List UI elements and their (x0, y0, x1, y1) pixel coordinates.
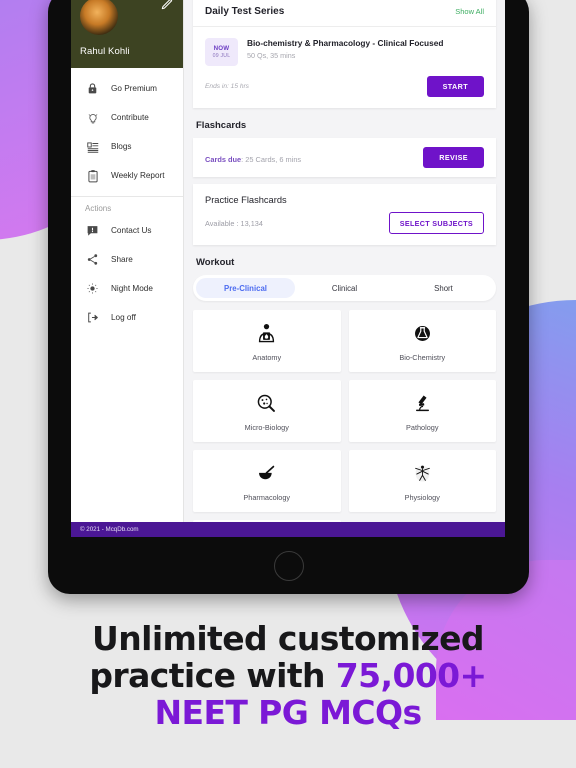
available-count: Available : 13,134 (205, 218, 263, 228)
tab-clinical[interactable]: Clinical (295, 278, 394, 298)
share-icon (85, 252, 100, 267)
cards-due-row: Cards due: 25 Cards, 6 mins REVISE (193, 138, 496, 177)
show-all-link[interactable]: Show All (455, 7, 484, 16)
practice-flashcards-card: Practice Flashcards Available : 13,134 S… (193, 184, 496, 245)
sidebar-primary-nav: Go Premium Contribute Blogs Weekly Repor… (71, 68, 183, 194)
marketing-caption: Unlimited customized practice with 75,00… (0, 620, 576, 731)
sidebar-label-blogs: Blogs (111, 142, 132, 151)
mortar-pestle-icon (255, 460, 278, 486)
pencil-edit-icon[interactable] (160, 0, 174, 11)
start-button[interactable]: START (426, 76, 484, 97)
subject-label-physiology: Physiology (404, 493, 440, 502)
subject-card-anatomy[interactable]: Anatomy (193, 310, 341, 372)
cards-due-value: : 25 Cards, 6 mins (241, 154, 302, 164)
test-info: Bio-chemistry & Pharmacology - Clinical … (247, 38, 443, 66)
daily-test-series-card: Daily Test Series Show All NOW 09 JUL Bi… (193, 0, 496, 108)
sidebar-actions-nav: Contact Us Share Night Mode Log off (71, 216, 183, 336)
cards-due-card: Cards due: 25 Cards, 6 mins REVISE (193, 138, 496, 177)
revise-button[interactable]: REVISE (423, 147, 484, 168)
home-button[interactable] (273, 551, 304, 581)
caption-line-1: Unlimited customized (92, 619, 485, 658)
sidebar-item-night-mode[interactable]: Night Mode (71, 274, 183, 303)
lock-icon (85, 81, 100, 96)
tab-pre-clinical[interactable]: Pre-Clinical (196, 278, 295, 298)
subject-label-pathology: Pathology (406, 423, 439, 432)
sidebar-item-share[interactable]: Share (71, 245, 183, 274)
sidebar-label-weekly-report: Weekly Report (111, 171, 165, 180)
subject-label-bio-chemistry: Bio-Chemistry (399, 353, 446, 362)
daily-test-series-header: Daily Test Series Show All (193, 0, 496, 27)
sidebar-label-night-mode: Night Mode (111, 284, 153, 293)
subject-grid: Anatomy Bio-Chemistry Micro-Biology Path… (193, 310, 496, 522)
practice-flashcards-title: Practice Flashcards (205, 195, 287, 205)
clipboard-icon (85, 168, 100, 183)
sidebar-label-contact-us: Contact Us (111, 226, 152, 235)
microbe-magnifier-icon (255, 390, 278, 416)
article-list-icon (85, 139, 100, 154)
sidebar-label-log-off: Log off (111, 313, 136, 322)
subject-card-pathology[interactable]: Pathology (348, 380, 496, 442)
microscope-icon (411, 390, 434, 416)
select-subjects-button[interactable]: SELECT SUBJECTS (388, 212, 484, 234)
cards-due-text: Cards due: 25 Cards, 6 mins (205, 149, 301, 167)
subject-card-pharmacology[interactable]: Pharmacology (193, 450, 341, 512)
subject-card-physiology[interactable]: Physiology (348, 450, 496, 512)
sidebar-section-actions: Actions (85, 204, 112, 213)
subject-card-micro-biology[interactable]: Micro-Biology (193, 380, 341, 442)
daily-test-series-title: Daily Test Series (205, 6, 285, 17)
test-row[interactable]: NOW 09 JUL Bio-chemistry & Pharmacology … (193, 27, 496, 70)
brightness-icon (85, 281, 100, 296)
subject-card-community[interactable] (193, 520, 341, 522)
practice-flashcards-row: Available : 13,134 SELECT SUBJECTS (193, 205, 496, 245)
caption-line-2-plain: practice with (89, 656, 336, 695)
subject-card-bio-chemistry[interactable]: Bio-Chemistry (348, 310, 496, 372)
workout-heading: Workout (196, 257, 235, 268)
tablet-screen: Rahul Kohli Go Premium Contribute Blogs … (71, 0, 505, 537)
profile-header: Rahul Kohli (71, 0, 183, 68)
logout-icon (85, 310, 100, 325)
test-name: Bio-chemistry & Pharmacology - Clinical … (247, 38, 444, 48)
cards-due-label: Cards due (205, 154, 242, 164)
main-content: Daily Test Series Show All NOW 09 JUL Bi… (184, 0, 505, 522)
sidebar-label-contribute: Contribute (111, 113, 149, 122)
sidebar-label-share: Share (111, 255, 133, 264)
profile-name: Rahul Kohli (80, 46, 130, 57)
subject-label-pharmacology: Pharmacology (243, 493, 291, 502)
sidebar-item-contribute[interactable]: Contribute (71, 103, 183, 132)
caption-line-3: NEET PG MCQs (154, 693, 422, 732)
caption-line-2: practice with 75,000+ (0, 657, 576, 694)
sidebar-item-contact-us[interactable]: Contact Us (71, 216, 183, 245)
lightbulb-icon (85, 110, 100, 125)
app-body: Rahul Kohli Go Premium Contribute Blogs … (71, 0, 505, 522)
sidebar: Rahul Kohli Go Premium Contribute Blogs … (71, 0, 184, 522)
flask-circle-icon (411, 320, 434, 346)
test-meta: 50 Qs, 35 mins (247, 51, 296, 60)
anatomy-torso-icon (255, 320, 278, 346)
sidebar-item-weekly-report[interactable]: Weekly Report (71, 161, 183, 190)
avatar[interactable] (80, 0, 118, 35)
ends-in-text: Ends in: 15 hrs (205, 83, 249, 90)
footer-bar: © 2021 - McqDb.com (71, 522, 505, 537)
tab-short[interactable]: Short (394, 278, 493, 298)
vitruvian-body-icon (411, 460, 434, 486)
test-footer: Ends in: 15 hrs START (193, 70, 496, 108)
app-root: Rahul Kohli Go Premium Contribute Blogs … (71, 0, 505, 537)
tablet-device-frame: Rahul Kohli Go Premium Contribute Blogs … (48, 0, 529, 594)
flashcards-heading: Flashcards (196, 120, 247, 131)
sidebar-item-log-off[interactable]: Log off (71, 303, 183, 332)
badge-now-label: NOW (213, 44, 230, 52)
subject-label-micro-biology: Micro-Biology (244, 423, 289, 432)
badge-date-label: 09 JUL (212, 53, 231, 60)
message-icon (85, 223, 100, 238)
workout-tabs: Pre-Clinical Clinical Short (193, 275, 496, 301)
sidebar-label-go-premium: Go Premium (111, 84, 157, 93)
footer-copyright: © 2021 - McqDb.com (80, 526, 139, 533)
sidebar-item-go-premium[interactable]: Go Premium (71, 74, 183, 103)
caption-line-2-accent: 75,000+ (335, 656, 487, 695)
test-date-badge: NOW 09 JUL (205, 38, 238, 66)
sidebar-item-blogs[interactable]: Blogs (71, 132, 183, 161)
subject-label-anatomy: Anatomy (252, 353, 282, 362)
